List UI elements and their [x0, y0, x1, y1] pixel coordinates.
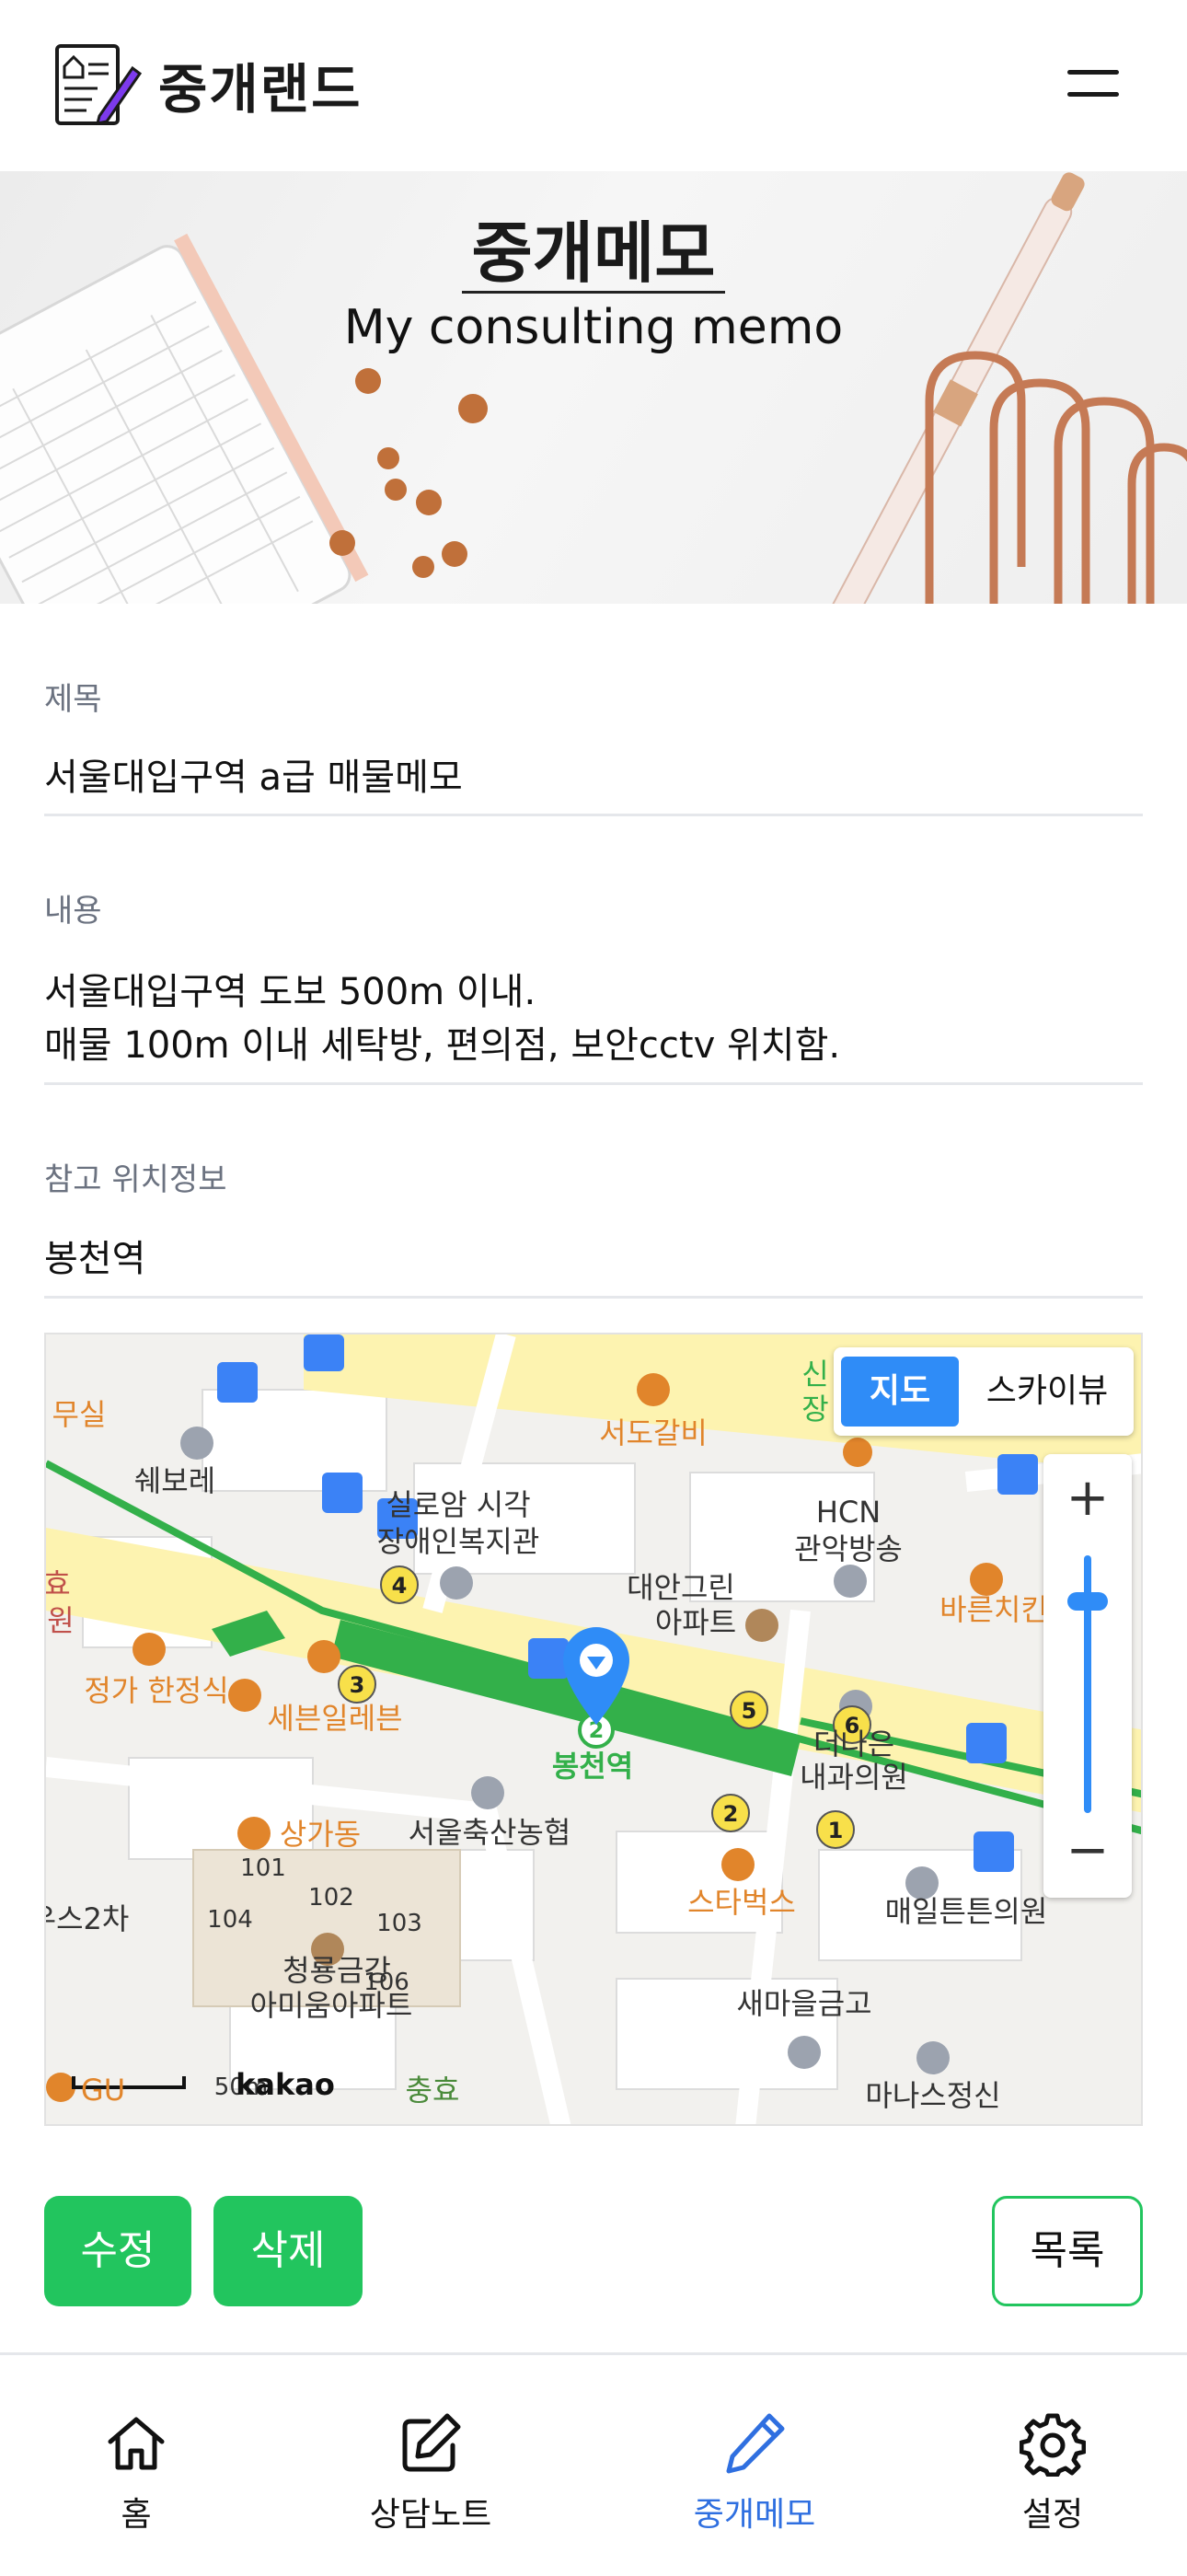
menu-icon[interactable]	[1067, 64, 1123, 105]
map-label: 장애인복지관	[377, 1524, 540, 1559]
memo-pen-icon[interactable]	[52, 40, 144, 129]
content-label: 내용	[44, 893, 102, 930]
map-label: 새마을금고	[736, 1986, 871, 2021]
map-label: 장	[801, 1392, 828, 1427]
map-label: 실로암 시각	[386, 1487, 530, 1522]
nav-item-consult-note[interactable]: 상담노트	[320, 2410, 541, 2536]
map-type-toggle: 지도 스카이뷰	[834, 1347, 1134, 1436]
map-label: HCN	[816, 1495, 881, 1530]
map-label: 효	[46, 1566, 71, 1601]
map-label: 101	[240, 1854, 286, 1882]
location-map[interactable]: 1 2 3 4 5 6 2 무실 쉐보레 서도갈비 실로암 시각 장애인복지관 …	[44, 1333, 1143, 2126]
title-label: 제목	[44, 681, 102, 718]
location-field[interactable]: 봉천역	[44, 1231, 145, 1287]
map-label: 마나스정신	[865, 2078, 1000, 2113]
map-label: 상가동	[280, 1817, 361, 1852]
map-label: 신	[801, 1357, 828, 1392]
map-label: 아파트	[655, 1605, 736, 1640]
pencil-icon	[726, 2413, 785, 2474]
nav-label: 설정	[1021, 2496, 1084, 2534]
map-provider-logo: kakao	[236, 2067, 335, 2102]
map-label: 102	[308, 1884, 354, 1912]
map-label: 무실	[52, 1397, 107, 1432]
nav-item-memo[interactable]: 중개메모	[644, 2410, 865, 2536]
divider	[44, 1082, 1143, 1085]
brand-title: 중개랜드	[158, 58, 363, 121]
map-label: 서울축산농협	[409, 1815, 571, 1850]
map-label: 충효	[406, 2073, 460, 2108]
zoom-slider-handle[interactable]	[1067, 1592, 1108, 1611]
map-label: 세븐일레븐	[267, 1701, 402, 1736]
map-label: 쉐보레	[134, 1463, 215, 1498]
title-field[interactable]: 서울대입구역 a급 매물메모	[44, 750, 463, 805]
content-line-1[interactable]: 서울대입구역 도보 500m 이내.	[44, 965, 536, 1020]
exit-1-label: 1	[828, 1818, 844, 1843]
map-label: 정가 한정식	[84, 1673, 228, 1708]
app-header: 중개랜드	[0, 0, 1187, 171]
map-label: GU	[81, 2073, 125, 2108]
location-label: 참고 위치정보	[44, 1161, 227, 1198]
map-label: 스타벅스	[687, 1885, 796, 1920]
map-label: 더나은	[813, 1727, 894, 1762]
divider	[44, 1296, 1143, 1299]
gear-icon	[1020, 2413, 1086, 2477]
zoom-control: + −	[1043, 1454, 1132, 1898]
divider	[44, 814, 1143, 816]
list-button[interactable]: 목록	[992, 2196, 1143, 2306]
zoom-in-button[interactable]: +	[1043, 1454, 1132, 1542]
map-label: 106	[363, 1969, 409, 1996]
map-label: 104	[207, 1906, 253, 1934]
exit-2-label: 2	[723, 1801, 739, 1827]
station-label: 봉천역	[552, 1749, 633, 1784]
hero-subtitle: My consulting memo	[343, 300, 844, 355]
map-label: 바른치킨	[939, 1592, 1048, 1627]
map-label: 원	[47, 1603, 74, 1638]
delete-button[interactable]: 삭제	[213, 2196, 363, 2306]
bottom-navigation: 홈 상담노트 중개메모 설정	[0, 2352, 1187, 2576]
exit-5-label: 5	[742, 1698, 757, 1724]
content-line-2[interactable]: 매물 100m 이내 세탁방, 편의점, 보안cctv 위치함.	[44, 1018, 840, 1073]
nav-item-settings[interactable]: 설정	[942, 2410, 1163, 2536]
map-label: 서도갈비	[599, 1415, 708, 1450]
exit-3-label: 3	[350, 1672, 365, 1698]
edit-note-icon	[402, 2413, 461, 2472]
nav-label: 중개메모	[693, 2496, 816, 2534]
skyview-tab[interactable]: 스카이뷰	[968, 1357, 1126, 1427]
map-label: 매일튼튼의원	[885, 1894, 1048, 1929]
map-label: 103	[376, 1910, 422, 1937]
nav-label: 상담노트	[369, 2496, 492, 2534]
map-label: 대안그린	[627, 1570, 735, 1605]
map-label: 관악방송	[794, 1531, 903, 1566]
hero-title: 중개메모	[471, 214, 716, 292]
map-canvas[interactable]: 1 2 3 4 5 6 2 무실 쉐보레 서도갈비 실로암 시각 장애인복지관 …	[46, 1334, 1143, 2126]
exit-4-label: 4	[392, 1573, 408, 1599]
nav-label: 홈	[121, 2496, 152, 2534]
zoom-out-button[interactable]: −	[1043, 1809, 1132, 1898]
map-label: 우스2차	[46, 1901, 129, 1936]
nav-item-home[interactable]: 홈	[26, 2410, 247, 2536]
home-icon	[108, 2417, 165, 2470]
edit-button[interactable]: 수정	[44, 2196, 191, 2306]
hero-banner: 중개메모 My consulting memo	[0, 171, 1187, 604]
map-label: 내과의원	[800, 1760, 908, 1795]
hero-underline	[462, 291, 725, 294]
map-view-tab[interactable]: 지도	[841, 1357, 959, 1427]
